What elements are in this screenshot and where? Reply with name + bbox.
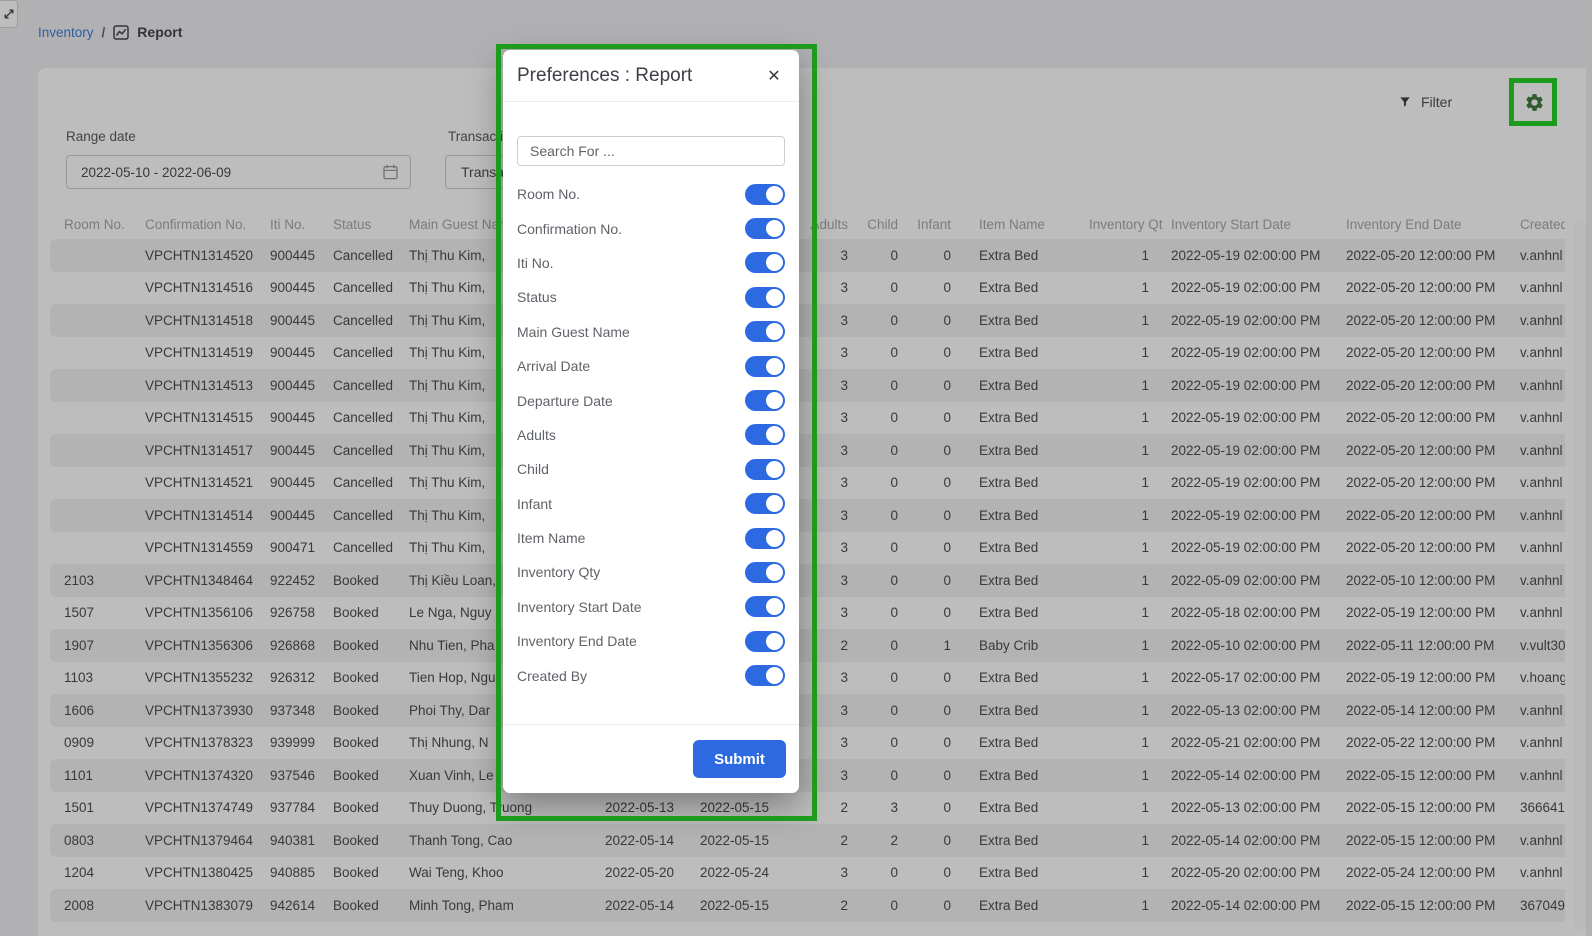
preference-label: Main Guest Name — [517, 324, 630, 340]
modal-footer: Submit — [503, 724, 799, 793]
preference-row-inventory-qty: Inventory Qty — [517, 555, 785, 589]
preference-label: Item Name — [517, 530, 585, 546]
toggle-knob — [766, 220, 783, 237]
toggle-created-by[interactable] — [745, 665, 785, 686]
preference-row-arrival-date: Arrival Date — [517, 349, 785, 383]
preference-label: Child — [517, 461, 549, 477]
preference-row-room-no: Room No. — [517, 177, 785, 211]
toggle-knob — [766, 392, 783, 409]
preference-toggle-list: Room No. Confirmation No. Iti No. Status Mai… — [517, 177, 785, 693]
preference-row-confirmation-no: Confirmation No. — [517, 211, 785, 245]
preference-label: Status — [517, 289, 557, 305]
preference-label: Departure Date — [517, 393, 613, 409]
preference-label: Adults — [517, 427, 556, 443]
toggle-adults[interactable] — [745, 424, 785, 445]
preference-row-inventory-start-date: Inventory Start Date — [517, 590, 785, 624]
toggle-knob — [766, 633, 783, 650]
toggle-inventory-start-date[interactable] — [745, 596, 785, 617]
preferences-modal: Preferences : Report ✕ Room No. Confirmat… — [503, 50, 799, 793]
preference-row-main-guest-name: Main Guest Name — [517, 315, 785, 349]
preference-label: Inventory End Date — [517, 633, 637, 649]
preference-row-departure-date: Departure Date — [517, 383, 785, 417]
preference-label: Infant — [517, 496, 552, 512]
toggle-knob — [766, 461, 783, 478]
preference-label: Inventory Start Date — [517, 599, 642, 615]
toggle-main-guest-name[interactable] — [745, 321, 785, 342]
toggle-knob — [766, 186, 783, 203]
preference-label: Arrival Date — [517, 358, 590, 374]
preference-row-inventory-end-date: Inventory End Date — [517, 624, 785, 658]
toggle-departure-date[interactable] — [745, 390, 785, 411]
toggle-knob — [766, 358, 783, 375]
search-input[interactable] — [517, 136, 785, 166]
modal-body: Room No. Confirmation No. Iti No. Status Mai… — [503, 102, 799, 724]
preference-row-infant: Infant — [517, 487, 785, 521]
preference-label: Confirmation No. — [517, 221, 622, 237]
toggle-item-name[interactable] — [745, 528, 785, 549]
toggle-knob — [766, 254, 783, 271]
submit-button[interactable]: Submit — [693, 740, 786, 778]
toggle-child[interactable] — [745, 459, 785, 480]
toggle-knob — [766, 564, 783, 581]
preference-row-child: Child — [517, 452, 785, 486]
preference-row-adults: Adults — [517, 418, 785, 452]
modal-header: Preferences : Report ✕ — [503, 50, 799, 102]
toggle-knob — [766, 667, 783, 684]
toggle-knob — [766, 426, 783, 443]
preference-row-created-by: Created By — [517, 658, 785, 692]
toggle-room-no[interactable] — [745, 184, 785, 205]
toggle-inventory-end-date[interactable] — [745, 631, 785, 652]
toggle-confirmation-no[interactable] — [745, 218, 785, 239]
toggle-inventory-qty[interactable] — [745, 562, 785, 583]
toggle-knob — [766, 323, 783, 340]
toggle-infant[interactable] — [745, 493, 785, 514]
toggle-iti-no[interactable] — [745, 252, 785, 273]
preference-row-iti-no: Iti No. — [517, 246, 785, 280]
toggle-status[interactable] — [745, 287, 785, 308]
report-page: Inventory / Report Filter Range date 202… — [0, 0, 1592, 936]
preference-row-item-name: Item Name — [517, 521, 785, 555]
toggle-knob — [766, 598, 783, 615]
preference-label: Room No. — [517, 186, 580, 202]
toggle-knob — [766, 495, 783, 512]
preference-row-status: Status — [517, 280, 785, 314]
toggle-arrival-date[interactable] — [745, 356, 785, 377]
preference-label: Created By — [517, 668, 587, 684]
preference-label: Inventory Qty — [517, 564, 600, 580]
toggle-knob — [766, 530, 783, 547]
toggle-knob — [766, 289, 783, 306]
close-icon[interactable]: ✕ — [759, 61, 789, 91]
modal-title: Preferences : Report — [517, 65, 759, 87]
preference-label: Iti No. — [517, 255, 554, 271]
